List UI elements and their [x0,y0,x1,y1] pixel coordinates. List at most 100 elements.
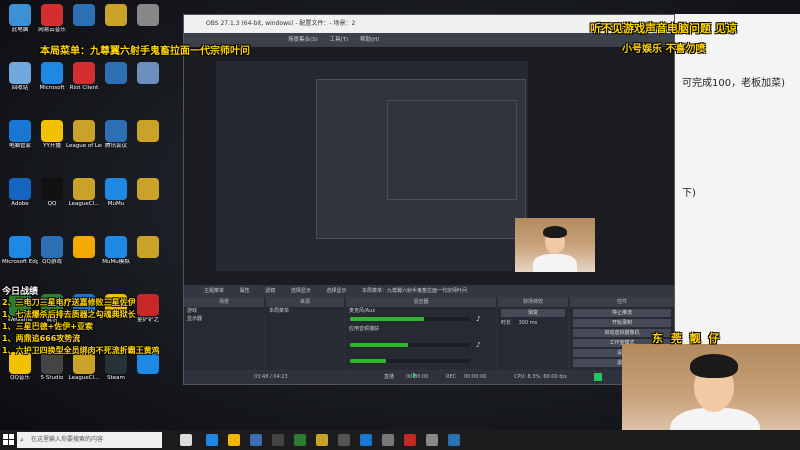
desktop-icon-grid: 此电脑 网易云音乐 回收站 Microsoft Riot Client 电脑管家 YY开播 L… [0,0,160,430]
desktop-shortcut[interactable]: 回收站 [2,60,38,104]
app-icon [9,236,31,258]
app-icon[interactable] [272,434,284,446]
app-icon [9,62,31,84]
app-icon[interactable] [250,434,262,446]
menu-item-help[interactable]: 帮助(H) [360,37,379,43]
app-icon [105,120,127,142]
desktop-shortcut[interactable] [98,2,134,46]
toolbar-filters[interactable]: 滤镜 [265,288,275,294]
app-icon [73,4,95,26]
start-recording-button[interactable]: 开始录制 [573,319,671,327]
transition-duration[interactable]: 时长 300 ms [498,319,568,327]
volume-icon[interactable]: ♪ [476,341,480,349]
app-icon [105,236,127,258]
duration-label: 时长 [501,320,512,326]
desktop-shortcut[interactable] [130,176,166,220]
desktop-shortcut[interactable]: QQ游戏 [34,234,70,278]
live-label: 直播 [384,374,395,380]
desktop-shortcut[interactable]: League of Legends [66,118,102,162]
file-explorer-icon[interactable] [228,434,240,446]
app-icon [9,4,31,26]
desktop-shortcut[interactable] [130,118,166,162]
desktop-shortcut[interactable] [130,2,166,46]
taskbar-search-input[interactable]: ⌕ 在这里输入你要搜索的内容 [17,432,162,448]
stop-streaming-button[interactable]: 停止推流 [573,309,671,317]
menu-item-tools[interactable]: 工具(T) [330,37,349,43]
app-icon[interactable] [382,434,394,446]
app-icon[interactable] [426,434,438,446]
desktop-shortcut[interactable]: Adobe [2,176,38,220]
wechat-icon[interactable] [294,434,306,446]
desktop-shortcut[interactable]: Microsoft Edge [2,234,38,278]
desktop-shortcut[interactable]: 网易云音乐 [34,2,70,46]
notice-overlay-2: 小号娱乐 不喜勿喷 [622,44,706,55]
desktop-shortcut-label: 此电脑 [11,27,29,33]
play-icon[interactable]: ⏵ [412,369,417,383]
windows-start-icon[interactable] [3,434,14,445]
windows-taskbar: ⌕ 在这里输入你要搜索的内容 [0,430,800,450]
desktop-shortcut[interactable]: Riot Client [66,60,102,104]
desktop-shortcut-label: LeagueCl... [68,375,100,381]
desktop-shortcut[interactable]: 腾讯会议 [98,118,134,162]
toolbar-select-display[interactable]: 选择显示 [291,288,311,294]
desktop-shortcut[interactable]: LeagueCl... [66,176,102,220]
app-icon[interactable] [360,434,372,446]
desktop-shortcut-label: MuMu模拟 [102,259,130,265]
obs-window[interactable]: OBS 27.1.3 (64-bit, windows) - 配置文件：- 场景… [183,14,675,385]
task-view-icon[interactable] [180,434,192,446]
league-icon[interactable] [316,434,328,446]
app-icon[interactable] [404,434,416,446]
obs-preview[interactable] [184,47,674,285]
desktop-shortcut[interactable]: MuMu [98,176,134,220]
desktop-shortcut-label: LeagueCl... [68,201,100,207]
volume-icon[interactable]: ♪ [476,315,480,323]
desktop-shortcut[interactable]: 此电脑 [2,2,38,46]
desktop-shortcut[interactable]: 电脑管家 [2,118,38,162]
desktop-shortcut[interactable] [98,60,134,104]
desktop-shortcut[interactable] [130,234,166,278]
obs-icon[interactable] [338,434,350,446]
webcam-hair [543,226,567,238]
desktop-shortcut[interactable]: QQ音乐 [2,350,38,394]
desktop-shortcut[interactable]: 5 Studio [34,350,70,394]
toolbar-source-name[interactable]: 主题菜单 [204,288,224,294]
menu-title-overlay: 本局菜单：九尊翼六射手鬼畜拉面一代宗师叶问 [40,46,250,57]
desktop-shortcut[interactable]: QQ [34,176,70,220]
transition-select[interactable]: 渐变 [501,309,565,317]
desktop-shortcut-label: Adobe [11,201,29,207]
desktop-shortcut-label: 5 Studio [40,375,64,381]
app-icon [41,236,63,258]
desktop-shortcut[interactable]: Steam [98,350,134,394]
toolbar-properties[interactable]: 属性 [240,288,250,294]
desktop-shortcut[interactable]: MuMu模拟 [98,234,134,278]
mixer-label: 麦克风/Aux [349,308,376,314]
nested-preview [316,79,526,239]
toolbar-menu-text: 本局菜单：九尊翼六射手鬼畜拉面一代宗师叶问 [362,288,468,294]
desktop-shortcut[interactable] [130,350,166,394]
menu-item-scene-collection[interactable]: 场景集合(S) [288,37,318,43]
webcam-overlay-small [515,218,595,272]
battle-record-line: 1、六护卫四换型全员绑肉不死流折霸王黄鸡 [2,346,160,355]
battle-record-line: 2、三电刀三星电疗送嘉修败三星佐伊 [2,298,136,307]
edge-icon[interactable] [206,434,218,446]
desktop-shortcut[interactable] [130,60,166,104]
preview-canvas [216,61,528,271]
scene-item[interactable]: 显示器 [184,315,264,323]
desktop-shortcut[interactable] [66,2,102,46]
webcam-hair [690,354,738,378]
desktop-shortcut[interactable]: YY开播 [34,118,70,162]
desktop-shortcut-label: Microsoft [39,85,65,91]
desktop-shortcut[interactable]: LeagueCl... [66,350,102,394]
app-icon[interactable] [448,434,460,446]
source-item[interactable]: 本局菜单 [266,307,344,315]
sources-dock: 本局菜单 [266,307,344,369]
search-icon: ⌕ [20,436,24,444]
dock-header-scenes: 场景 [184,297,264,307]
desktop-shortcut[interactable] [66,234,102,278]
scene-item[interactable]: 游戏 [184,307,264,315]
app-icon [137,236,159,258]
duration-value[interactable]: 300 ms [519,320,538,326]
toolbar-select-display-2[interactable]: 选择显示 [326,288,346,294]
desktop-shortcut[interactable]: Microsoft [34,60,70,104]
app-icon [9,178,31,200]
